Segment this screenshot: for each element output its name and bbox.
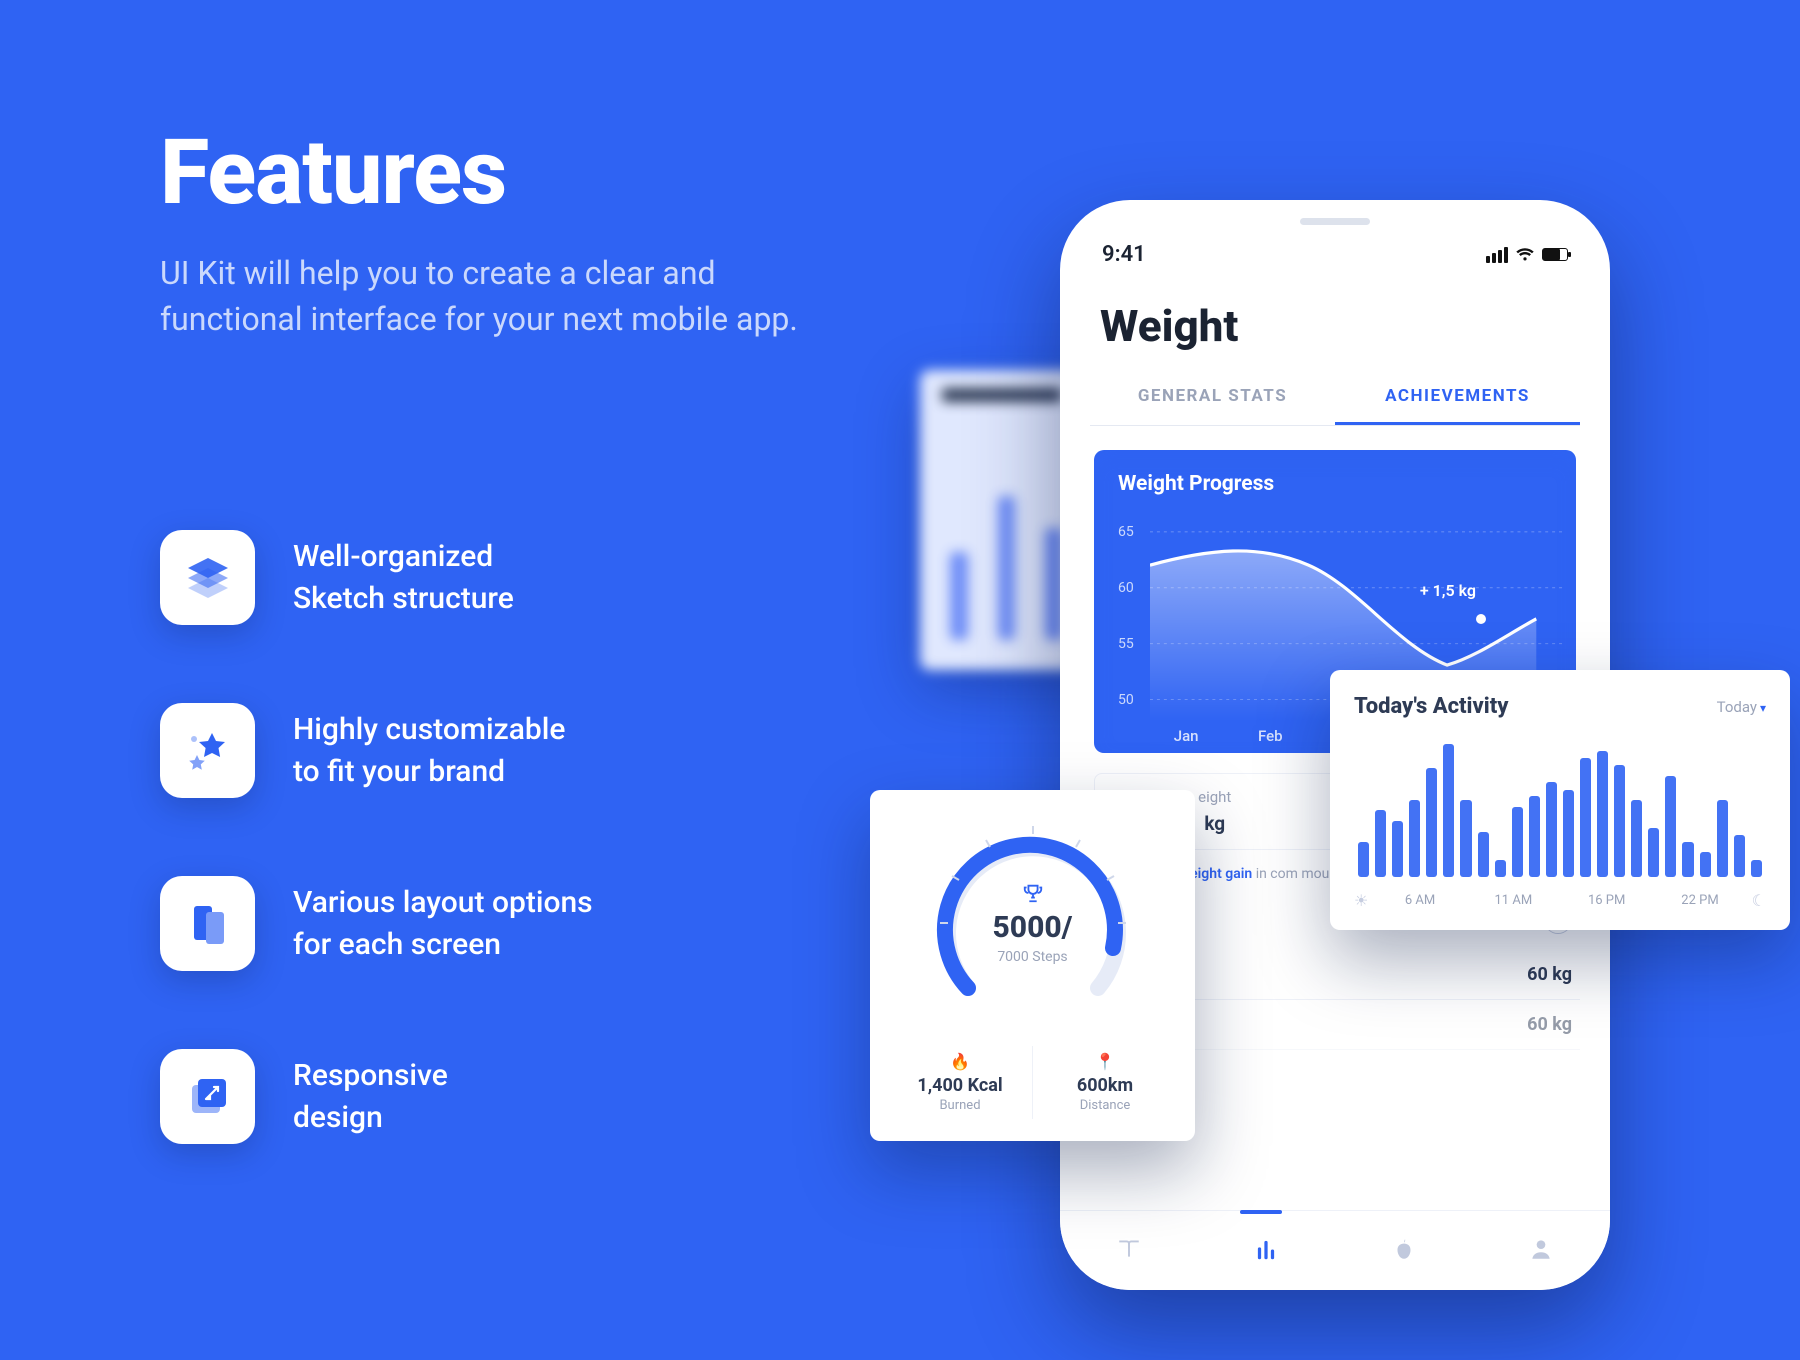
activity-title: Today's Activity bbox=[1354, 694, 1508, 719]
page-subtitle: UI Kit will help you to create a clear a… bbox=[160, 250, 860, 343]
chart-point bbox=[1476, 614, 1486, 624]
nav-apple-icon[interactable] bbox=[1391, 1236, 1417, 1266]
feature-item: Responsive design bbox=[160, 1049, 593, 1144]
steps-gauge: 5000/ 7000 Steps bbox=[928, 818, 1138, 1028]
nav-chart-icon[interactable] bbox=[1253, 1236, 1279, 1266]
fire-icon: 🔥 bbox=[894, 1052, 1026, 1071]
nav-book-icon[interactable] bbox=[1116, 1236, 1142, 1266]
resize-icon bbox=[160, 1049, 255, 1144]
screen-title: Weight bbox=[1090, 300, 1580, 370]
stat-value: 600km bbox=[1039, 1075, 1171, 1096]
y-tick: 50 bbox=[1118, 692, 1134, 708]
features-list: Well-organized Sketch structure Highly c… bbox=[160, 530, 593, 1144]
stat-label: Distance bbox=[1039, 1098, 1171, 1113]
mockup-cluster: 9:41 Weight GENERAL STATS ACHIEVEMENTS W… bbox=[880, 200, 1780, 1300]
nav-user-icon[interactable] bbox=[1528, 1236, 1554, 1266]
x-tick: Feb bbox=[1258, 727, 1283, 745]
journal-weight: 60 kg bbox=[1527, 1014, 1572, 1035]
layers-icon bbox=[160, 530, 255, 625]
tab-achievements[interactable]: ACHIEVEMENTS bbox=[1335, 370, 1580, 425]
x-tick: Jan bbox=[1174, 727, 1199, 745]
distance-stat: 📍 600km Distance bbox=[1032, 1046, 1177, 1119]
stars-icon bbox=[160, 703, 255, 798]
y-tick: 55 bbox=[1118, 636, 1134, 652]
pin-icon: 📍 bbox=[1039, 1052, 1171, 1071]
x-tick: 22 PM bbox=[1658, 893, 1741, 908]
feature-label: Responsive design bbox=[293, 1055, 448, 1139]
chart-annotation: + 1,5 kg bbox=[1420, 581, 1476, 600]
feature-item: Well-organized Sketch structure bbox=[160, 530, 593, 625]
card-title: Weight Progress bbox=[1104, 472, 1566, 506]
y-tick: 65 bbox=[1118, 524, 1134, 540]
sun-icon: ☀ bbox=[1354, 891, 1368, 910]
feature-label: Various layout options for each screen bbox=[293, 882, 593, 966]
burned-stat: 🔥 1,400 Kcal Burned bbox=[888, 1046, 1032, 1119]
activity-card: Today's Activity Today ☀ 6 AM 11 AM 16 P… bbox=[1330, 670, 1790, 930]
journal-weight: 60 kg bbox=[1527, 964, 1572, 985]
steps-value: 5000/ bbox=[992, 910, 1072, 945]
x-tick: 6 AM bbox=[1378, 893, 1461, 908]
tab-general-stats[interactable]: GENERAL STATS bbox=[1090, 370, 1335, 425]
x-tick: 11 AM bbox=[1472, 893, 1555, 908]
bottom-nav bbox=[1060, 1210, 1610, 1290]
steps-card: 5000/ 7000 Steps 🔥 1,400 Kcal Burned 📍 6… bbox=[870, 790, 1195, 1141]
tabs: GENERAL STATS ACHIEVEMENTS bbox=[1090, 370, 1580, 426]
page-title: Features bbox=[160, 120, 506, 225]
x-tick: 16 PM bbox=[1565, 893, 1648, 908]
moon-icon: ☾ bbox=[1752, 891, 1766, 910]
devices-icon bbox=[160, 876, 255, 971]
feature-label: Well-organized Sketch structure bbox=[293, 536, 514, 620]
trophy-icon bbox=[1022, 882, 1044, 904]
feature-item: Various layout options for each screen bbox=[160, 876, 593, 971]
stat-label: Burned bbox=[894, 1098, 1026, 1113]
y-tick: 60 bbox=[1118, 580, 1134, 596]
stat-value: 1,400 Kcal bbox=[894, 1075, 1026, 1096]
activity-bar-chart bbox=[1354, 737, 1766, 877]
activity-range-dropdown[interactable]: Today bbox=[1717, 698, 1766, 716]
steps-subtitle: 7000 Steps bbox=[997, 949, 1067, 965]
feature-label: Highly customizable to fit your brand bbox=[293, 709, 565, 793]
feature-item: Highly customizable to fit your brand bbox=[160, 703, 593, 798]
